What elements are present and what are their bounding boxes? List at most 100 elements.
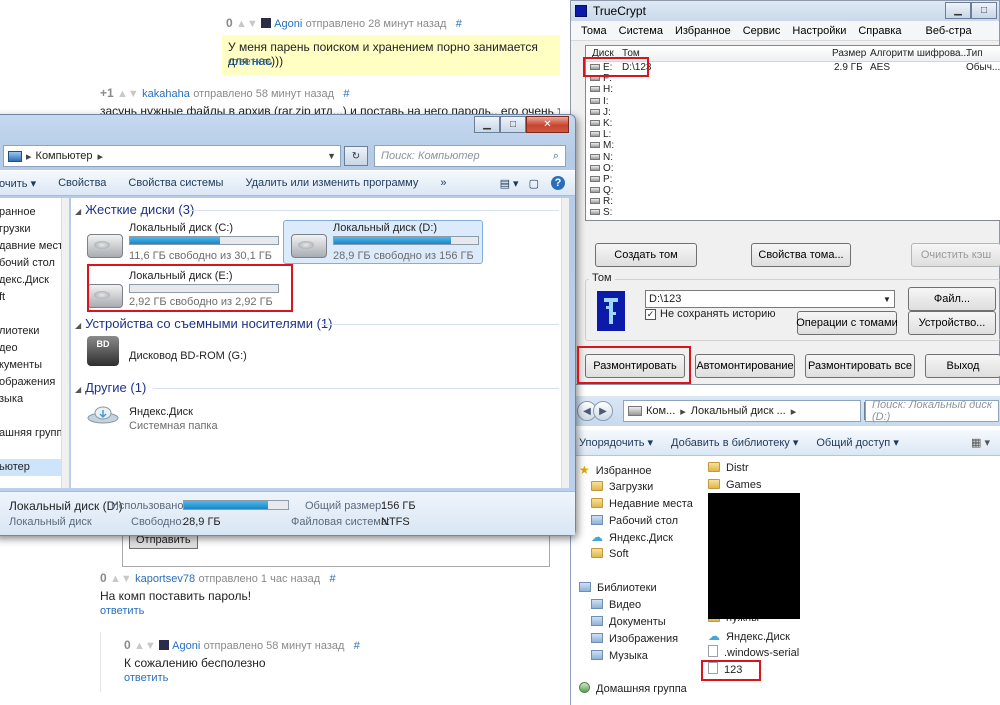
nav-item[interactable]: бочий стол (0, 255, 69, 272)
comment-user-link[interactable]: kakahaha (142, 88, 190, 100)
vote-up-icon[interactable]: ▲ (134, 640, 145, 652)
nav-item[interactable]: давние места (0, 238, 69, 255)
drive-row[interactable]: M: (586, 140, 1000, 151)
properties-button[interactable]: Свойства (58, 177, 106, 189)
vote-down-icon[interactable]: ▼ (247, 18, 258, 30)
drive-row[interactable]: P: (586, 174, 1000, 185)
drive-row[interactable]: F: (586, 73, 1000, 84)
tree-item[interactable]: Видео (591, 597, 641, 613)
organize-button[interactable]: очить ▾ (0, 177, 36, 190)
nav-item[interactable] (0, 442, 69, 459)
drive-row[interactable]: Q: (586, 185, 1000, 196)
automount-button[interactable]: Автомонтирование (695, 354, 795, 378)
breadcrumb[interactable]: Ком... ▸ Локальный диск ... ▸ (623, 400, 861, 422)
group-hard-disks[interactable]: ◢ Жесткие диски (3) (75, 202, 194, 217)
preview-pane-icon[interactable]: ▢ (529, 177, 539, 190)
tree-item[interactable]: Музыка (591, 648, 648, 664)
tree-item[interactable]: Рабочий стол (591, 513, 678, 529)
nav-item[interactable]: декс.Диск (0, 272, 69, 289)
menu-volumes[interactable]: Тома (581, 25, 607, 37)
tree-item[interactable]: Изображения (591, 631, 678, 647)
select-file-button[interactable]: Файл... (908, 287, 996, 311)
comment-permalink[interactable]: # (330, 573, 336, 585)
drive-row[interactable]: K: (586, 118, 1000, 129)
tree-item[interactable]: Документы (591, 614, 666, 630)
exit-button[interactable]: Выход (925, 354, 1000, 378)
collapse-icon[interactable]: ◢ (75, 207, 81, 216)
drive-row[interactable]: L: (586, 129, 1000, 140)
reply-link[interactable]: ответить (228, 56, 272, 68)
comment-permalink[interactable]: # (343, 88, 349, 100)
breadcrumb[interactable]: ▸ Компьютер ▸ ▼ (3, 145, 341, 167)
menu-help[interactable]: Справка (858, 25, 901, 37)
organize-button[interactable]: Упорядочить ▾ (579, 436, 653, 449)
drive-row[interactable]: N: (586, 152, 1000, 163)
tree-item[interactable]: Soft (591, 546, 629, 562)
nav-item[interactable]: лиотеки (0, 323, 69, 340)
add-to-library-button[interactable]: Добавить в библиотеку ▾ (671, 436, 798, 449)
volume-path-combo[interactable]: D:\123 ▼ (645, 290, 895, 308)
col-volume[interactable]: Том (622, 48, 640, 59)
file-item[interactable]: 123 (708, 662, 742, 678)
drive-c-label[interactable]: Локальный диск (C:) (129, 222, 233, 234)
drive-row[interactable]: E: D:\123 2.9 ГБ AES Обыч... (586, 62, 1000, 73)
menu-favorites[interactable]: Избранное (675, 25, 731, 37)
menu-website[interactable]: Веб-стра (926, 25, 972, 37)
nav-scrollbar[interactable] (61, 198, 69, 488)
tree-item[interactable]: Недавние места (591, 496, 693, 512)
view-icon[interactable]: ▤ ▾ (500, 177, 519, 190)
content-scrollbar[interactable] (561, 198, 569, 488)
minimize-button[interactable]: ▁ (474, 116, 500, 133)
col-disk[interactable]: Диск (592, 48, 614, 59)
drive-e-label[interactable]: Локальный диск (E:) (129, 270, 233, 282)
search-input[interactable]: Поиск: Локальный диск (D:) (865, 399, 999, 423)
yandex-disk-label[interactable]: Яндекс.Диск (129, 406, 193, 418)
col-size[interactable]: Размер (832, 48, 866, 59)
group-other[interactable]: ◢ Другие (1) (75, 380, 146, 395)
menu-settings[interactable]: Настройки (792, 25, 846, 37)
drive-row[interactable]: S: (586, 207, 1000, 218)
more-commands-button[interactable]: » (440, 177, 446, 189)
menu-tools[interactable]: Сервис (743, 25, 781, 37)
close-button[interactable]: ✕ (526, 116, 569, 133)
system-properties-button[interactable]: Свойства системы (128, 177, 223, 189)
help-icon[interactable]: ? (551, 176, 565, 190)
bd-drive-label[interactable]: Дисковод BD-ROM (G:) (129, 350, 247, 362)
drive-row[interactable]: H: (586, 84, 1000, 95)
minimize-button[interactable]: ▁ (945, 2, 971, 19)
tree-item[interactable]: Загрузки (591, 479, 653, 495)
create-volume-button[interactable]: Создать том (595, 243, 697, 267)
nav-item[interactable]: зыка (0, 391, 69, 408)
nav-item[interactable]: ранное (0, 204, 69, 221)
group-removable[interactable]: ◢ Устройства со съемными носителями (1) (75, 316, 333, 331)
file-item[interactable]: Distr (708, 460, 749, 476)
volume-properties-button[interactable]: Свойства тома... (751, 243, 851, 267)
maximize-button[interactable]: □ (971, 2, 997, 19)
nav-item[interactable]: ьютер (0, 459, 61, 476)
nav-item[interactable]: ображения (0, 374, 69, 391)
reply-link[interactable]: ответить (100, 605, 144, 617)
breadcrumb-computer[interactable]: Компьютер (36, 150, 93, 162)
reply-link[interactable]: ответить (124, 672, 168, 684)
collapse-icon[interactable]: ◢ (75, 321, 81, 330)
nav-item[interactable]: део (0, 340, 69, 357)
collapse-icon[interactable]: ◢ (75, 385, 81, 394)
tree-item[interactable]: Домашняя группа (579, 681, 687, 697)
comment-user-link[interactable]: kaportsev78 (135, 573, 195, 585)
drive-row[interactable]: I: (586, 96, 1000, 107)
no-history-checkbox[interactable]: ✓ (645, 309, 656, 320)
vote-down-icon[interactable]: ▼ (121, 573, 132, 585)
comment-permalink[interactable]: # (456, 18, 462, 30)
share-button[interactable]: Общий доступ ▾ (816, 436, 898, 449)
tree-item[interactable]: Библиотеки (579, 580, 657, 596)
menu-system[interactable]: Система (619, 25, 663, 37)
forward-arrow-icon[interactable]: ▶ (593, 401, 613, 421)
vote-up-icon[interactable]: ▲ (110, 573, 121, 585)
view-icon[interactable]: ▦ ▾ (971, 436, 990, 449)
search-input[interactable]: Поиск: Компьютер ⌕ (374, 145, 566, 167)
drive-row[interactable]: R: (586, 196, 1000, 207)
comment-user-link[interactable]: Agoni (274, 18, 302, 30)
search-icon[interactable]: ⌕ (553, 150, 559, 163)
chevron-down-icon[interactable]: ▼ (327, 151, 336, 161)
nav-item[interactable] (0, 408, 69, 425)
